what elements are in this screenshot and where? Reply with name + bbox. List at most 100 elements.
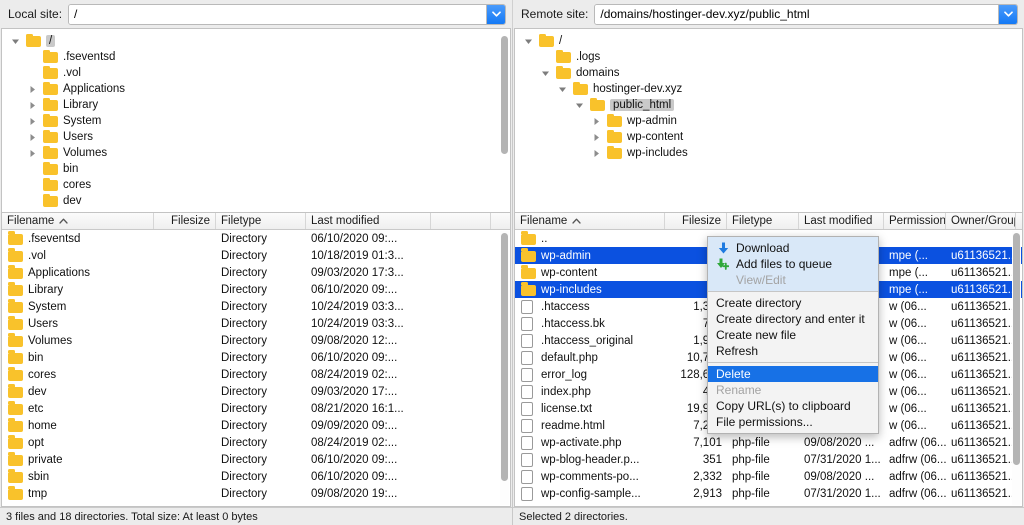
local-table-row[interactable]: homeDirectory09/09/2020 09:... — [2, 417, 510, 434]
context-menu-item[interactable]: Download — [708, 240, 878, 256]
chevron-down-icon[interactable] — [486, 5, 505, 24]
local-directory-tree[interactable]: /.fseventsd.volApplicationsLibrarySystem… — [1, 28, 511, 213]
local-tree-item[interactable]: .fseventsd — [2, 49, 510, 65]
remote-tree-item[interactable]: domains — [515, 65, 1022, 81]
remote-table-row[interactable]: wp-activate.php7,101php-file09/08/2020 .… — [515, 434, 1022, 451]
chevron-down-icon[interactable] — [998, 5, 1017, 24]
context-menu-item[interactable]: File permissions... — [708, 414, 878, 430]
remote-column-header[interactable]: Permissions — [884, 213, 946, 229]
local-tree-item[interactable]: Users — [2, 129, 510, 145]
remote-tree-item[interactable]: wp-admin — [515, 113, 1022, 129]
local-table-row[interactable]: tmpDirectory09/08/2020 19:... — [2, 485, 510, 502]
local-list-rows[interactable]: .fseventsdDirectory06/10/2020 09:....vol… — [2, 230, 510, 506]
remote-tree-item[interactable]: wp-includes — [515, 145, 1022, 161]
remote-table-row[interactable]: wp-comments-po...2,332php-file09/08/2020… — [515, 468, 1022, 485]
local-tree-item[interactable]: System — [2, 113, 510, 129]
remote-column-header[interactable]: Last modified — [799, 213, 884, 229]
triangle-down-icon[interactable] — [540, 68, 551, 79]
local-column-header[interactable]: Filetype — [216, 213, 306, 229]
local-table-row[interactable]: SystemDirectory10/24/2019 03:3... — [2, 298, 510, 315]
remote-tree-item[interactable]: wp-content — [515, 129, 1022, 145]
local-list-scrollbar[interactable] — [500, 231, 509, 505]
context-menu-item[interactable]: Create new file — [708, 327, 878, 343]
local-tree-item[interactable]: / — [2, 33, 510, 49]
context-menu-item[interactable]: Create directory and enter it — [708, 311, 878, 327]
remote-list-header[interactable]: FilenameFilesizeFiletypeLast modifiedPer… — [515, 213, 1022, 230]
remote-tree-item[interactable]: hostinger-dev.xyz — [515, 81, 1022, 97]
local-table-row[interactable]: VolumesDirectory09/08/2020 12:... — [2, 332, 510, 349]
remote-file-list[interactable]: FilenameFilesizeFiletypeLast modifiedPer… — [514, 213, 1023, 507]
context-menu-item[interactable]: Copy URL(s) to clipboard — [708, 398, 878, 414]
remote-site-input[interactable]: /domains/hostinger-dev.xyz/public_html — [595, 5, 998, 24]
triangle-right-icon[interactable] — [27, 100, 38, 111]
remote-tree-item[interactable]: .logs — [515, 49, 1022, 65]
panes: /.fseventsd.volApplicationsLibrarySystem… — [0, 28, 1024, 525]
local-tree-scroll-thumb[interactable] — [501, 36, 508, 154]
remote-tree-item[interactable]: public_html — [515, 97, 1022, 113]
local-column-header[interactable]: Last modified — [306, 213, 431, 229]
triangle-down-icon[interactable] — [10, 36, 21, 47]
local-tree-item[interactable]: Applications — [2, 81, 510, 97]
triangle-right-icon[interactable] — [591, 116, 602, 127]
triangle-down-icon[interactable] — [557, 84, 568, 95]
remote-tree-item[interactable]: / — [515, 33, 1022, 49]
local-list-scroll-thumb[interactable] — [501, 233, 508, 481]
local-table-row[interactable]: coresDirectory08/24/2019 02:... — [2, 366, 510, 383]
local-table-row[interactable]: .fseventsdDirectory06/10/2020 09:... — [2, 230, 510, 247]
remote-column-header[interactable]: Filesize — [665, 213, 727, 229]
local-table-row[interactable]: UsersDirectory10/24/2019 03:3... — [2, 315, 510, 332]
remote-table-row[interactable]: wp-config-sample...2,913php-file07/31/20… — [515, 485, 1022, 502]
local-column-header[interactable] — [431, 213, 491, 229]
folder-icon — [2, 471, 28, 483]
context-menu-item[interactable]: Delete — [708, 366, 878, 382]
local-table-row[interactable]: privateDirectory06/10/2020 09:... — [2, 451, 510, 468]
local-tree-item[interactable]: cores — [2, 177, 510, 193]
remote-column-header[interactable]: Owner/Group — [946, 213, 1016, 229]
remote-column-header[interactable] — [1016, 213, 1023, 229]
context-menu-item[interactable]: Refresh — [708, 343, 878, 359]
local-tree-item[interactable]: .vol — [2, 65, 510, 81]
triangle-right-icon[interactable] — [27, 116, 38, 127]
local-table-row[interactable]: devDirectory09/03/2020 17:... — [2, 383, 510, 400]
local-tree-item[interactable]: bin — [2, 161, 510, 177]
local-tree-scrollbar[interactable] — [501, 32, 508, 209]
local-column-header[interactable]: Filename — [2, 213, 154, 229]
remote-column-header[interactable]: Filetype — [727, 213, 799, 229]
local-table-row[interactable]: LibraryDirectory06/10/2020 09:... — [2, 281, 510, 298]
local-tree-item[interactable]: Volumes — [2, 145, 510, 161]
remote-site-combobox[interactable]: /domains/hostinger-dev.xyz/public_html — [594, 4, 1018, 25]
local-table-row[interactable]: etcDirectory08/21/2020 16:1... — [2, 400, 510, 417]
context-menu-item-label: Create directory — [716, 296, 801, 310]
triangle-right-icon[interactable] — [27, 84, 38, 95]
local-column-header[interactable]: Filesize — [154, 213, 216, 229]
remote-directory-tree[interactable]: /.logsdomainshostinger-dev.xyzpublic_htm… — [514, 28, 1023, 213]
local-tree-item-label: Volumes — [63, 147, 107, 159]
local-table-row[interactable]: optDirectory08/24/2019 02:... — [2, 434, 510, 451]
remote-list-scrollbar[interactable] — [1012, 231, 1021, 505]
remote-column-header[interactable]: Filename — [515, 213, 665, 229]
local-file-list[interactable]: FilenameFilesizeFiletypeLast modified .f… — [1, 213, 511, 507]
triangle-down-icon[interactable] — [574, 100, 585, 111]
local-tree-item[interactable]: dev — [2, 193, 510, 209]
local-tree-item[interactable]: Library — [2, 97, 510, 113]
triangle-right-icon[interactable] — [591, 148, 602, 159]
local-table-row[interactable]: binDirectory06/10/2020 09:... — [2, 349, 510, 366]
context-menu-item[interactable]: Create directory — [708, 295, 878, 311]
triangle-down-icon[interactable] — [523, 36, 534, 47]
local-table-row[interactable]: sbinDirectory06/10/2020 09:... — [2, 468, 510, 485]
local-cell-type: Directory — [216, 318, 306, 330]
triangle-right-icon[interactable] — [591, 132, 602, 143]
local-site-combobox[interactable]: / — [68, 4, 506, 25]
context-menu-item[interactable]: Add files to queue — [708, 256, 878, 272]
local-site-input[interactable]: / — [69, 5, 486, 24]
folder-icon — [43, 195, 58, 207]
triangle-right-icon[interactable] — [27, 132, 38, 143]
local-list-header[interactable]: FilenameFilesizeFiletypeLast modified — [2, 213, 510, 230]
tree-spacer — [27, 180, 38, 191]
remote-table-row[interactable]: wp-blog-header.p...351php-file07/31/2020… — [515, 451, 1022, 468]
local-table-row[interactable]: .volDirectory10/18/2019 01:3... — [2, 247, 510, 264]
remote-context-menu[interactable]: DownloadAdd files to queueView/EditCreat… — [707, 236, 879, 434]
local-table-row[interactable]: ApplicationsDirectory09/03/2020 17:3... — [2, 264, 510, 281]
triangle-right-icon[interactable] — [27, 148, 38, 159]
remote-list-scroll-thumb[interactable] — [1013, 233, 1020, 465]
